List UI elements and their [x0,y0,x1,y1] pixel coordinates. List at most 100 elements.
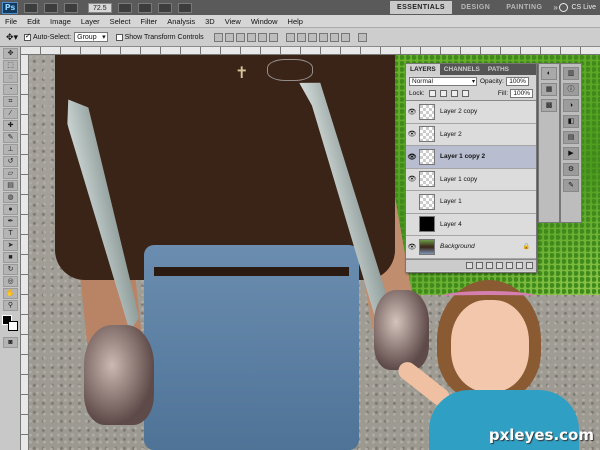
styles-panel-icon[interactable]: ▩ [541,99,557,112]
distribute-bottom-icon[interactable] [307,32,317,42]
distribute-right-icon[interactable] [340,32,350,42]
eye-icon[interactable]: 👁 [406,130,418,138]
align-vertical-center-icon[interactable] [224,32,234,42]
pen-tool-icon[interactable]: ✒ [3,216,18,227]
launch-bridge-icon[interactable] [24,2,38,13]
new-group-icon[interactable] [506,261,513,269]
layer-style-icon[interactable] [476,261,483,269]
opacity-input[interactable]: 100% [505,76,529,86]
hand-tool-icon[interactable] [117,2,132,13]
launch-minibridge-icon[interactable] [44,2,58,13]
history-brush-tool-icon[interactable]: ↺ [3,156,18,167]
menu-help[interactable]: Help [283,17,308,26]
distribute-top-icon[interactable] [285,32,295,42]
gradient-tool-icon[interactable]: ▤ [3,180,18,191]
type-tool-icon[interactable]: T [3,228,18,239]
show-transform-checkbox[interactable] [115,33,123,41]
zoom-tool-icon[interactable]: ⚲ [3,300,18,311]
lasso-tool-icon[interactable]: ◌ [3,72,18,83]
move-tool-icon[interactable]: ✥ [3,48,18,59]
clone-stamp-tool-icon[interactable]: ⊥ [3,144,18,155]
dodge-tool-icon[interactable]: ● [3,204,18,215]
actions-panel-icon[interactable]: ▶ [563,147,579,160]
align-top-icon[interactable] [213,32,223,42]
background-color-swatch[interactable] [8,321,18,331]
info-panel-icon[interactable]: ⓘ [563,83,579,96]
auto-align-layers-icon[interactable] [357,32,367,42]
align-right-icon[interactable] [268,32,278,42]
eraser-tool-icon[interactable]: ▱ [3,168,18,179]
menu-select[interactable]: Select [105,17,136,26]
layer-row[interactable]: Layer 4 [406,213,536,236]
quick-mask-icon[interactable]: ◙ [3,337,18,348]
shape-tool-icon[interactable]: ■ [3,252,18,263]
horizontal-ruler[interactable] [21,47,600,55]
layer-mask-icon[interactable] [486,261,493,269]
histogram-panel-icon[interactable]: ▥ [563,67,579,80]
distribute-left-icon[interactable] [318,32,328,42]
workspace-essentials[interactable]: ESSENTIALS [390,1,452,14]
tab-layers[interactable]: LAYERS [406,64,440,75]
vertical-ruler[interactable] [21,55,29,450]
menu-layer[interactable]: Layer [76,17,105,26]
quick-selection-tool-icon[interactable]: ◔ [3,84,18,95]
view-extras-icon[interactable] [64,2,78,13]
brush-panel-icon[interactable]: ✎ [563,179,579,192]
marquee-tool-icon[interactable]: ⬚ [3,60,18,71]
lock-position-icon[interactable] [450,89,458,97]
tool-presets-panel-icon[interactable]: ⚙ [563,163,579,176]
3d-rotate-tool-icon[interactable]: ↻ [3,264,18,275]
new-layer-icon[interactable] [516,261,523,269]
menu-analysis[interactable]: Analysis [162,17,200,26]
menu-filter[interactable]: Filter [136,17,163,26]
eye-icon[interactable]: 👁 [406,175,418,183]
lock-all-icon[interactable] [461,89,469,97]
auto-select-dropdown[interactable]: Group [74,32,108,42]
cs-live-button[interactable]: CS Live [559,1,596,14]
adjustments-panel-icon[interactable]: ◑ [563,99,579,112]
align-bottom-icon[interactable] [235,32,245,42]
blend-mode-dropdown[interactable]: Normal [409,76,477,86]
move-tool-preset-icon[interactable]: ✥▾ [6,32,24,43]
history-panel-icon[interactable]: ▤ [563,131,579,144]
brush-tool-icon[interactable]: ✎ [3,132,18,143]
zoom-tool-icon[interactable] [137,2,152,13]
color-swatches[interactable] [2,315,18,333]
eye-icon[interactable]: 👁 [406,153,418,161]
distribute-horizontal-center-icon[interactable] [329,32,339,42]
layer-row[interactable]: Layer 1 [406,191,536,214]
more-workspaces-icon[interactable]: » [553,1,557,14]
link-layers-icon[interactable] [466,261,473,269]
fill-input[interactable]: 100% [510,88,533,98]
lock-pixels-icon[interactable] [439,89,447,97]
adjustment-layer-icon[interactable] [496,261,503,269]
hand-tool-icon[interactable]: ✋ [3,288,18,299]
eyedropper-tool-icon[interactable]: ⁄ [3,108,18,119]
auto-select-checkbox[interactable] [24,32,31,41]
swatches-panel-icon[interactable]: ▦ [541,83,557,96]
menu-file[interactable]: File [0,17,22,26]
lock-transparent-icon[interactable] [428,89,436,97]
workspace-design[interactable]: DESIGN [454,1,497,14]
path-selection-tool-icon[interactable]: ➤ [3,240,18,251]
workspace-painting[interactable]: PAINTING [499,1,549,14]
layer-row[interactable]: 👁 Layer 2 copy [406,101,536,124]
layer-row[interactable]: 👁 Layer 1 copy [406,168,536,191]
blur-tool-icon[interactable]: ◍ [3,192,18,203]
menu-edit[interactable]: Edit [22,17,45,26]
layer-row[interactable]: 👁 Background 🔒 [406,236,536,259]
healing-brush-tool-icon[interactable]: ✚ [3,120,18,131]
tab-channels[interactable]: CHANNELS [440,64,484,75]
menu-image[interactable]: Image [45,17,76,26]
menu-3d[interactable]: 3D [200,17,220,26]
layer-row-selected[interactable]: 👁 Layer 1 copy 2 [406,146,536,169]
tab-paths[interactable]: PATHS [484,64,513,75]
align-horizontal-center-icon[interactable] [257,32,267,42]
distribute-vertical-center-icon[interactable] [296,32,306,42]
screen-mode-icon[interactable] [177,2,192,13]
arrange-documents-icon[interactable] [157,2,172,13]
zoom-level[interactable]: 72.5 [88,2,112,13]
delete-layer-icon[interactable] [526,261,533,269]
menu-view[interactable]: View [220,17,246,26]
eye-icon[interactable]: 👁 [406,108,418,116]
